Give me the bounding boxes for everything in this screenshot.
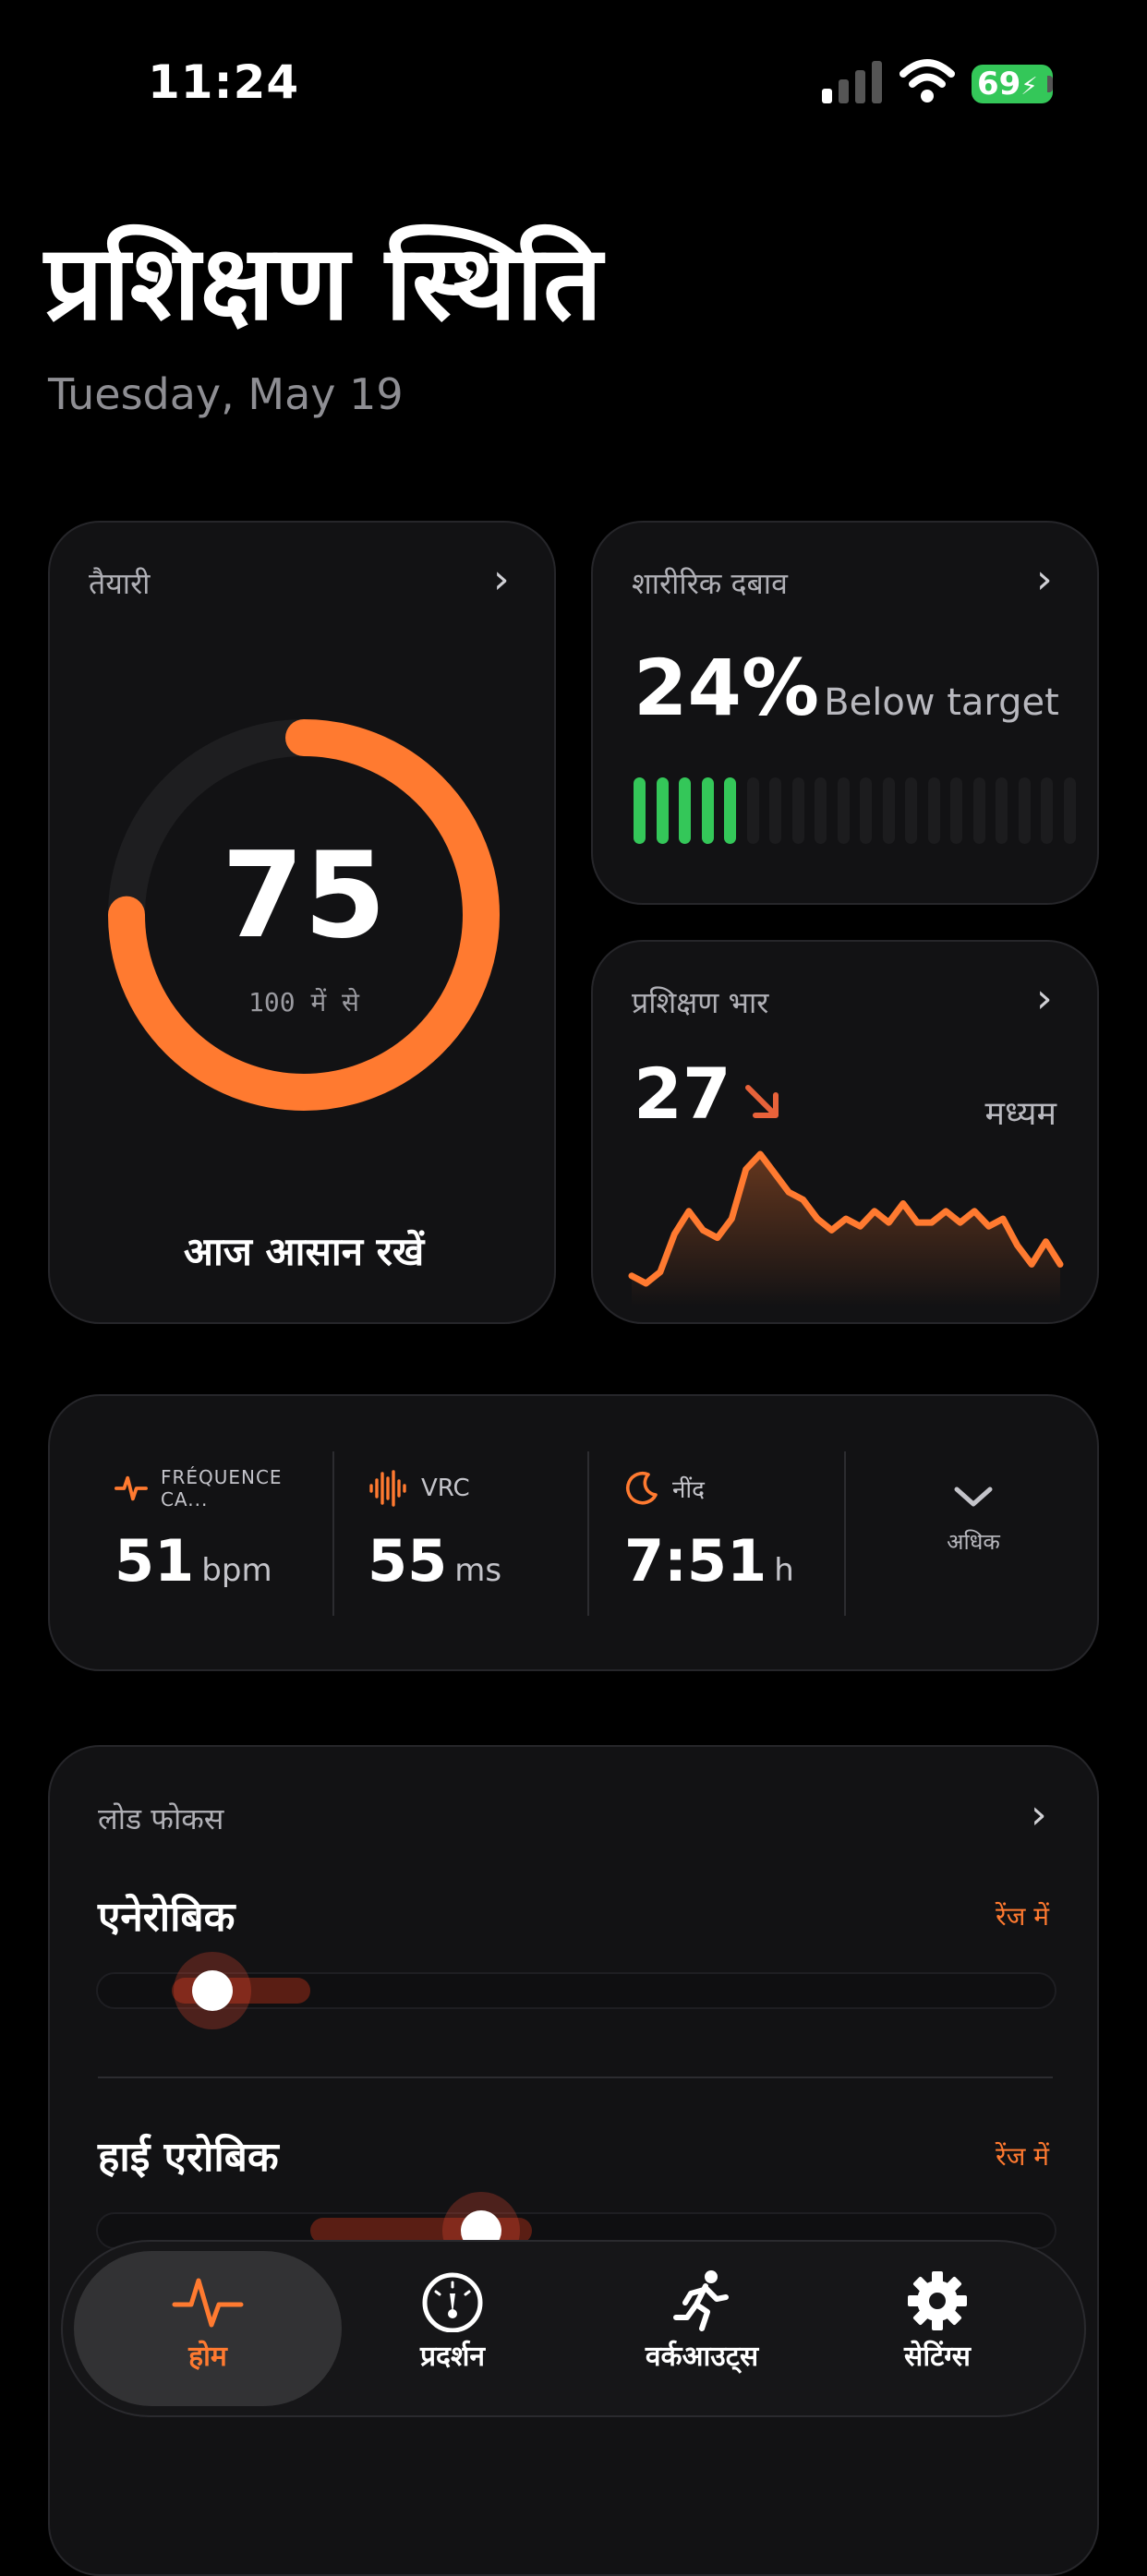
anaerobic-title: एनेरोबिक [98,1894,235,1941]
battery-tip [1047,76,1053,92]
heart-rate-value: 51 [115,1527,195,1595]
strain-bar-segment [996,777,1008,844]
strain-bar-segment [1041,777,1053,844]
hrv-metric[interactable]: VRC 55 ms [368,1470,580,1595]
pulse-icon [172,2278,244,2328]
training-load-level: मध्यम [984,1095,1056,1133]
strain-bar-meter [634,777,1076,844]
hrv-value: 55 [368,1527,448,1595]
load-focus-label: लोड फोकस [98,1801,224,1836]
readiness-advice: आज आसान रखें [183,1229,425,1274]
training-load-sparkline [628,1150,1064,1306]
chevron-right-icon[interactable]: › [1036,556,1053,603]
tab-home-label: होम [188,2341,227,2373]
high-aerobic-status: रेंज में [996,2141,1049,2172]
chevron-right-icon[interactable]: › [493,556,510,603]
heart-rate-label: FRÉQUENCE CA... [160,1466,283,1511]
strain-label: शारीरिक दबाव [632,566,788,601]
heart-rate-metric[interactable]: FRÉQUENCE CA... 51 bpm [115,1466,327,1595]
readiness-label: तैयारी [89,566,151,601]
strain-value: 24% [634,643,820,733]
tab-workouts[interactable]: वर्कआउट्स [591,2268,813,2374]
heart-pulse-icon [115,1475,148,1501]
strain-bar-segment [656,777,669,844]
page-title: प्रशिक्षण स्थिति [44,223,602,343]
running-icon [673,2270,729,2331]
more-button[interactable]: अधिक [863,1484,1084,1557]
cellular-signal-icon [822,61,882,103]
page-date: Tuesday, May 19 [48,369,404,419]
strain-bar-segment [927,777,940,844]
tab-home[interactable]: होम [74,2268,342,2374]
gear-icon [908,2271,967,2330]
strain-bar-segment [905,777,917,844]
moon-icon [625,1471,658,1505]
metric-divider [844,1451,846,1616]
strain-card[interactable]: शारीरिक दबाव › 24% Below target [591,521,1099,905]
strain-bar-segment [679,777,691,844]
readiness-max-text: 100 में से [248,987,359,1017]
strain-bar-segment [746,777,759,844]
metric-divider [587,1451,589,1616]
training-load-value: 27 [634,1053,731,1135]
tab-settings[interactable]: सेटिंग्स [831,2268,1044,2374]
strain-status: Below target [824,681,1059,724]
chevron-right-icon[interactable]: › [1031,1791,1047,1838]
chevron-down-icon [954,1487,993,1507]
trend-down-arrow-icon [745,1085,779,1118]
metric-divider [332,1451,334,1616]
strain-bar-segment [882,777,895,844]
strain-bar-segment [972,777,985,844]
strain-bar-segment [950,777,962,844]
strain-bar-segment [791,777,804,844]
gauge-icon [422,2272,483,2333]
section-divider [98,2076,1053,2078]
strain-bar-segment [860,777,872,844]
sleep-unit: h [774,1552,794,1589]
sleep-value: 7:51 [624,1527,767,1595]
more-label: अधिक [947,1529,1000,1555]
strain-bar-segment [837,777,850,844]
tab-performance[interactable]: प्रदर्शन [342,2268,563,2374]
chevron-right-icon[interactable]: › [1036,975,1053,1022]
training-load-card[interactable]: प्रशिक्षण भार › 27 मध्यम [591,940,1099,1324]
strain-bar-segment [701,777,714,844]
anaerobic-slider-track [96,1952,1056,2029]
battery-indicator: 69⚡ [972,65,1053,103]
strain-bar-segment [1018,777,1031,844]
training-load-label: प्रशिक्षण भार [632,985,769,1020]
wifi-icon [899,59,955,102]
charging-bolt-icon: ⚡ [1020,73,1038,101]
heart-rate-unit: bpm [201,1552,272,1589]
tab-settings-label: सेटिंग्स [904,2341,971,2373]
tab-workouts-label: वर्कआउट्स [645,2341,759,2373]
readiness-score: 75 [221,827,387,965]
load-focus-card: लोड फोकस › एनेरोबिक रेंज में हाई एरोबिक … [48,1745,1099,2576]
waveform-icon [369,1470,406,1507]
hrv-unit: ms [454,1552,502,1589]
anaerobic-status: रेंज में [996,1901,1049,1932]
sleep-label: नींद [672,1476,705,1504]
hrv-label: VRC [421,1475,470,1502]
strain-bar-segment [769,777,781,844]
strain-bar-segment [815,777,827,844]
tab-performance-label: प्रदर्शन [419,2341,486,2373]
anaerobic-slider-knob[interactable] [174,1952,251,2029]
strain-bar-segment [724,777,736,844]
metrics-card: FRÉQUENCE CA... 51 bpm VRC 55 ms नींद 7:51… [48,1394,1099,1671]
sleep-metric[interactable]: नींद 7:51 h [624,1470,837,1595]
strain-bar-segment [634,777,646,844]
strain-bar-segment [1063,777,1076,844]
readiness-card[interactable]: तैयारी › 75 100 में से आज आसान रखें [48,521,556,1324]
status-time: 11:24 [148,55,300,109]
high-aerobic-title: हाई एरोबिक [98,2134,279,2181]
